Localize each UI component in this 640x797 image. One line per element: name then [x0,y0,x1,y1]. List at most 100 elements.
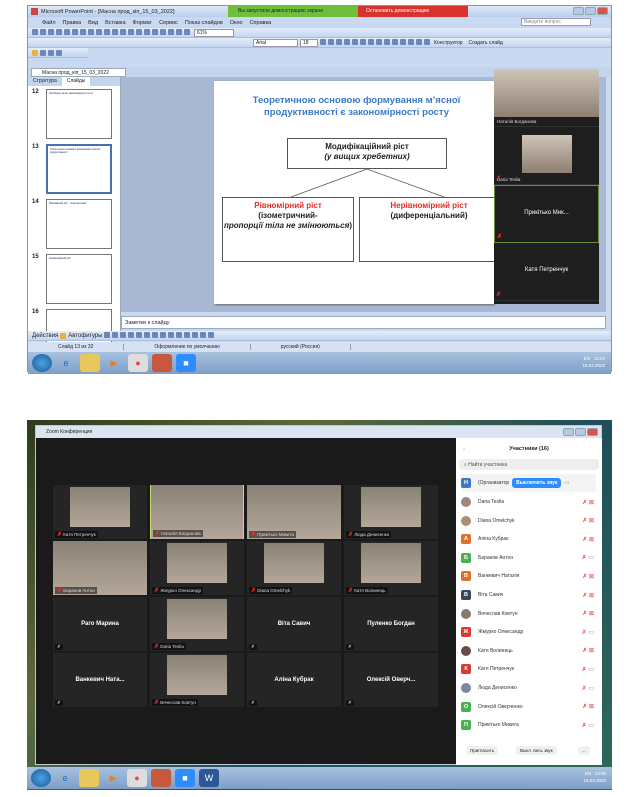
ask-question-input[interactable]: Введите вопрос [521,18,591,26]
participant-row[interactable]: Daria Teslia ✗ ⊠ [461,493,596,511]
video-tile[interactable]: ✗ Катя Волинець [344,541,438,595]
new-slide-button[interactable]: Создать слайд [469,40,503,46]
check-icon[interactable] [32,49,38,56]
toolbar-icon[interactable] [32,28,38,35]
menu-item[interactable]: Файл [42,20,56,26]
video-tile[interactable]: Олексій Оверч... ✗ [344,653,438,707]
start-button[interactable] [32,354,52,372]
menu-item[interactable]: Окно [230,20,243,26]
toolbar-icon[interactable] [136,331,143,338]
toolbar-icon[interactable] [112,28,118,35]
toolbar-icon[interactable] [424,38,430,45]
toolbar-icon[interactable] [160,28,166,35]
toolbar-icon[interactable] [136,28,142,35]
toolbar-icon[interactable] [104,331,111,338]
chrome-icon[interactable]: ● [128,354,148,372]
video-tile[interactable]: ✗ Прикітько Микита [247,485,341,539]
toolbar-icon[interactable] [360,38,366,45]
participant-row[interactable]: В Ванкевич Наталія ✗ ⊠ [461,567,596,585]
slide-thumbnail[interactable]: Рівномірний ріст - ізометричний [46,199,112,249]
video-tile[interactable]: Віта Савич ✗ [247,597,341,651]
zoom-taskbar-icon[interactable]: ■ [175,769,195,787]
toolbar-icon[interactable] [192,331,199,338]
invite-button[interactable]: Пригласить [466,746,499,755]
powerpoint-taskbar-icon[interactable] [151,769,171,787]
clock-time[interactable]: 13:04 [594,356,605,361]
toolbar-icon[interactable] [336,38,342,45]
toolbar-icon[interactable] [128,331,135,338]
menu-item[interactable]: Справка [250,20,272,26]
slide[interactable]: Теоретичною основою формування м’ясної п… [214,81,499,304]
toolbar-icon[interactable] [120,331,127,338]
ie-icon[interactable]: e [55,769,75,787]
video-tile[interactable]: ✗ Жмурко Олександр [150,541,244,595]
toolbar-icon[interactable] [88,28,94,35]
toolbar-icon[interactable] [56,28,62,35]
toolbar-icon[interactable] [128,28,134,35]
slide-thumbnail[interactable]: Нерівномірний ріст [46,254,112,304]
toolbar-icon[interactable] [320,38,326,45]
toolbar-icon[interactable] [160,331,167,338]
maximize-button[interactable] [575,428,586,436]
video-tile[interactable]: ✗ Люда Денисенко [344,485,438,539]
video-tile[interactable]: Раго Марина ✗ [53,597,147,651]
toolbar-icon[interactable] [384,38,390,45]
toolbar-icon[interactable] [60,332,67,339]
zoom-taskbar-icon[interactable]: ■ [176,354,196,372]
toolbar-icon[interactable] [376,38,382,45]
video-tile[interactable]: Пуленко Богдан ✗ [344,597,438,651]
toolbar-icon[interactable] [416,38,422,45]
media-player-icon[interactable]: ▶ [103,769,123,787]
toolbar-icon[interactable] [408,38,414,45]
video-tile[interactable]: ✗ Вячеслав Ковтун [150,653,244,707]
actions-menu[interactable]: Действия [32,333,58,339]
ie-icon[interactable]: e [56,354,76,372]
video-tile[interactable]: ✗ Катя Петренчук [53,485,147,539]
font-select[interactable]: Arial [253,38,298,47]
video-tile[interactable]: Наталія Богданова [494,69,599,127]
toolbar-icon[interactable] [184,331,191,338]
participant-row[interactable]: П Прикітько Микита ✗ ▭ [461,716,596,734]
tray-language[interactable]: EN [585,771,591,776]
toolbar-icon[interactable] [168,331,175,338]
toolbar-icon[interactable] [144,331,151,338]
toolbar-icon[interactable] [200,331,207,338]
document-tab[interactable]: Масна прод_кіп_15_03_2022 [31,68,126,77]
video-tile[interactable]: Катя Петренчук ✗ [494,243,599,301]
toolbar-icon[interactable] [392,38,398,45]
toolbar-icon[interactable] [168,28,174,35]
toolbar-icon[interactable] [48,49,54,56]
slide-thumbnail[interactable]: Необхідно знати закономірності росту [46,89,112,139]
chrome-icon[interactable]: ● [127,769,147,787]
toolbar-icon[interactable] [64,28,70,35]
host-row[interactable]: Н (Организатор Выключить звук ▭ [461,474,596,492]
close-button[interactable] [597,7,608,15]
autoshapes-menu[interactable]: Автофигуры [68,333,102,339]
toolbar-icon[interactable] [368,38,374,45]
video-tile[interactable]: ✗ Daria Teslia [150,597,244,651]
toolbar-icon[interactable] [40,49,46,56]
participant-row[interactable]: К Катя Петренчук ✗ ▭ [461,660,596,678]
toolbar-icon[interactable] [80,28,86,35]
toolbar-icon[interactable] [40,28,46,35]
toolbar-icon[interactable] [328,38,334,45]
participant-row[interactable]: Люда Денисенко ✗ ▭ [461,679,596,697]
powerpoint-taskbar-icon[interactable] [152,354,172,372]
close-button[interactable] [587,428,598,436]
video-icon[interactable]: ▭ [564,480,569,486]
toolbar-icon[interactable] [96,28,102,35]
video-tile[interactable]: Ванкевич Ната... ✗ [53,653,147,707]
menu-item[interactable]: Вид [88,20,98,26]
explorer-icon[interactable] [79,769,99,787]
word-taskbar-icon[interactable]: W [199,769,219,787]
search-participant-input[interactable]: ⌕ Найти участника [459,459,599,470]
clock-time[interactable]: 13:05 [595,771,606,776]
participant-row[interactable]: Б Баранов Антон ✗ ▭ [461,549,596,567]
toolbar-icon[interactable] [56,49,62,56]
designer-button[interactable]: Конструктор [434,40,463,46]
menu-item[interactable]: Правка [63,20,82,26]
menu-item[interactable]: Показ слайдов [185,20,223,26]
toolbar-icon[interactable] [400,38,406,45]
stop-share-button[interactable]: Остановить демонстрацию [358,6,468,17]
toolbar-icon[interactable] [184,28,190,35]
